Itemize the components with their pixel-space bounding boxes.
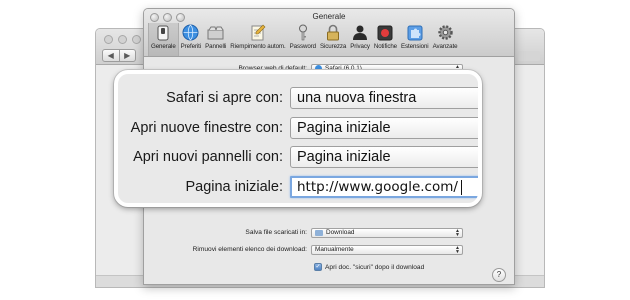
remove-downloads-label: Rimuovi elementi elenco dei download:: [192, 246, 307, 253]
tab-label: Password: [289, 43, 316, 50]
tab-generale[interactable]: Generale: [148, 23, 179, 56]
remove-downloads-row: Rimuovi elementi elenco dei download: Ma…: [144, 244, 463, 255]
safari-opens-with-popup[interactable]: una nuova finestra: [290, 87, 478, 109]
notification-icon: [376, 24, 395, 41]
download-folder-label: Salva file scaricati in:: [245, 229, 307, 236]
folder-icon: [315, 229, 323, 236]
window-title: Generale: [312, 12, 346, 21]
new-tabs-row: Apri nuovi pannelli con: Pagina iniziale: [118, 145, 478, 169]
safari-opens-with-row: Safari si apre con: una nuova finestra: [118, 86, 478, 110]
tab-label: Estensioni: [401, 43, 429, 50]
new-windows-popup[interactable]: Pagina iniziale: [290, 117, 478, 139]
tab-preferiti[interactable]: Preferiti: [179, 23, 203, 56]
new-windows-label: Apri nuove finestre con:: [130, 120, 283, 136]
tab-sicurezza[interactable]: Sicurezza: [318, 23, 348, 56]
tab-label: Riempimento autom.: [230, 43, 286, 50]
forward-button[interactable]: ▶: [118, 50, 136, 61]
new-tabs-label: Apri nuovi pannelli con:: [133, 149, 283, 165]
homepage-label: Pagina iniziale:: [185, 179, 283, 195]
general-switch-icon: [154, 24, 173, 41]
tab-label: Privacy: [350, 43, 370, 50]
download-folder-popup[interactable]: Download ▲ ▼: [311, 227, 463, 238]
key-icon: [293, 24, 312, 41]
background-toolbar-button[interactable]: [518, 51, 540, 61]
download-folder-value: Download: [326, 229, 355, 236]
open-safe-files-checkbox[interactable]: ✓: [314, 263, 322, 271]
chevron-updown-icon: ▲▼: [455, 227, 460, 238]
tab-label: Sicurezza: [319, 43, 347, 50]
close-button[interactable]: [104, 35, 113, 44]
homepage-input[interactable]: http://www.google.com/: [290, 176, 478, 198]
tab-pannelli[interactable]: Pannelli: [203, 23, 228, 56]
puzzle-icon: [405, 24, 424, 41]
homepage-row: Pagina iniziale: http://www.google.com/: [118, 175, 478, 199]
tab-label: Notifiche: [373, 43, 398, 50]
lock-icon: [324, 24, 343, 41]
open-safe-files-label: Apri doc. "sicuri" dopo il download: [325, 263, 425, 271]
tab-label: Avanzate: [432, 43, 458, 50]
globe-icon: [181, 24, 200, 41]
background-window-controls: [104, 35, 141, 44]
tab-avanzate[interactable]: Avanzate: [431, 23, 460, 56]
preferences-tabs: Generale Preferiti Pannelli Riempimento …: [148, 23, 510, 56]
new-windows-row: Apri nuove finestre con: Pagina iniziale: [118, 116, 478, 140]
help-button[interactable]: ?: [492, 268, 506, 282]
download-folder-row: Salva file scaricati in: Download ▲ ▼: [144, 227, 463, 238]
tab-privacy[interactable]: Privacy: [348, 23, 372, 56]
open-safe-files-row: ✓ Apri doc. "sicuri" dopo il download: [314, 263, 424, 271]
remove-downloads-popup[interactable]: Manualmente ▲ ▼: [311, 244, 463, 255]
remove-downloads-value: Manualmente: [315, 246, 354, 253]
back-forward-buttons: ◀ ▶: [102, 49, 136, 62]
homepage-value: http://www.google.com/: [297, 179, 458, 195]
tabs-icon: [206, 24, 225, 41]
tab-estensioni[interactable]: Estensioni: [399, 23, 431, 56]
back-button[interactable]: ◀: [103, 50, 119, 61]
tab-label: Generale: [151, 43, 176, 50]
pencil-form-icon: [248, 24, 267, 41]
tab-label: Pannelli: [205, 43, 227, 50]
gear-icon: [436, 24, 455, 41]
safari-opens-with-label: Safari si apre con:: [166, 90, 283, 106]
tab-password[interactable]: Password: [288, 23, 318, 56]
silhouette-icon: [351, 24, 370, 41]
text-caret: [460, 179, 462, 195]
preferences-toolbar: Generale Generale Preferiti Pannelli Rie…: [144, 9, 514, 57]
zoom-button[interactable]: [132, 35, 141, 44]
magnified-callout: Safari si apre con: una nuova finestra A…: [114, 70, 482, 207]
tab-notifiche[interactable]: Notifiche: [372, 23, 399, 56]
new-tabs-popup[interactable]: Pagina iniziale: [290, 146, 478, 168]
tab-label: Preferiti: [180, 43, 202, 50]
tab-riempimento[interactable]: Riempimento autom.: [228, 23, 287, 56]
chevron-updown-icon: ▲▼: [455, 244, 460, 255]
minimize-button[interactable]: [118, 35, 127, 44]
